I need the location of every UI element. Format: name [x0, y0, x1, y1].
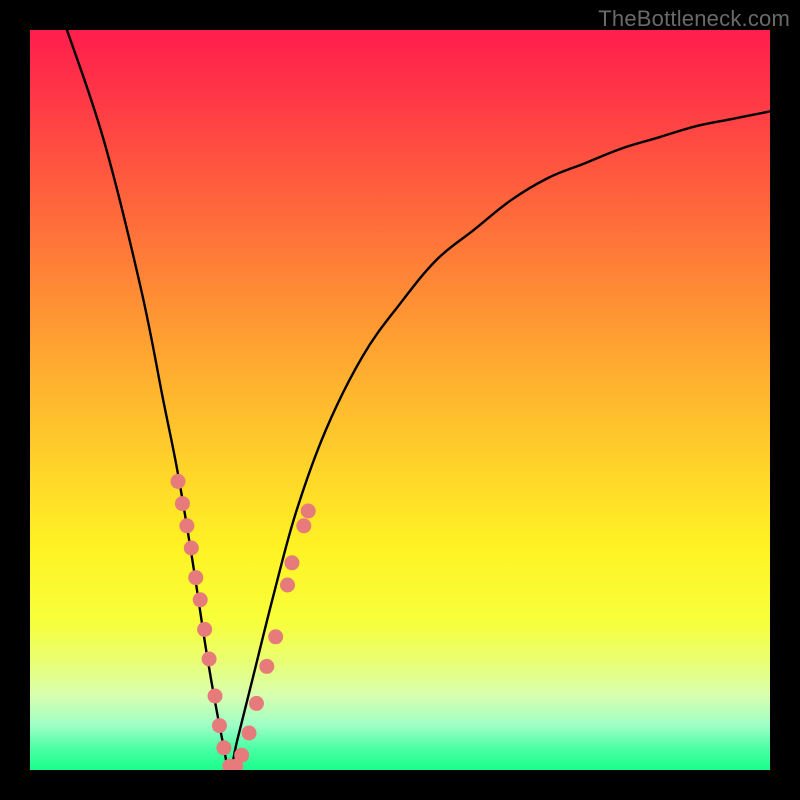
chart-frame: TheBottleneck.com — [0, 0, 800, 800]
data-dot — [171, 474, 186, 489]
data-dot — [268, 629, 283, 644]
data-dot — [296, 518, 311, 533]
watermark-text: TheBottleneck.com — [598, 6, 790, 32]
data-dot — [216, 740, 231, 755]
data-dot — [234, 748, 249, 763]
bottleneck-curve — [67, 30, 770, 770]
data-dot — [212, 718, 227, 733]
data-dot — [249, 696, 264, 711]
data-dot — [301, 504, 316, 519]
data-dot — [284, 555, 299, 570]
chart-svg — [30, 30, 770, 770]
data-dot — [184, 541, 199, 556]
data-dot — [208, 689, 223, 704]
data-dot — [259, 659, 274, 674]
data-dot — [197, 622, 212, 637]
data-dot — [175, 496, 190, 511]
data-dot — [280, 578, 295, 593]
data-dot — [179, 518, 194, 533]
data-dot — [242, 726, 257, 741]
data-dot — [193, 592, 208, 607]
data-dot — [202, 652, 217, 667]
plot-area — [30, 30, 770, 770]
data-dot — [188, 570, 203, 585]
